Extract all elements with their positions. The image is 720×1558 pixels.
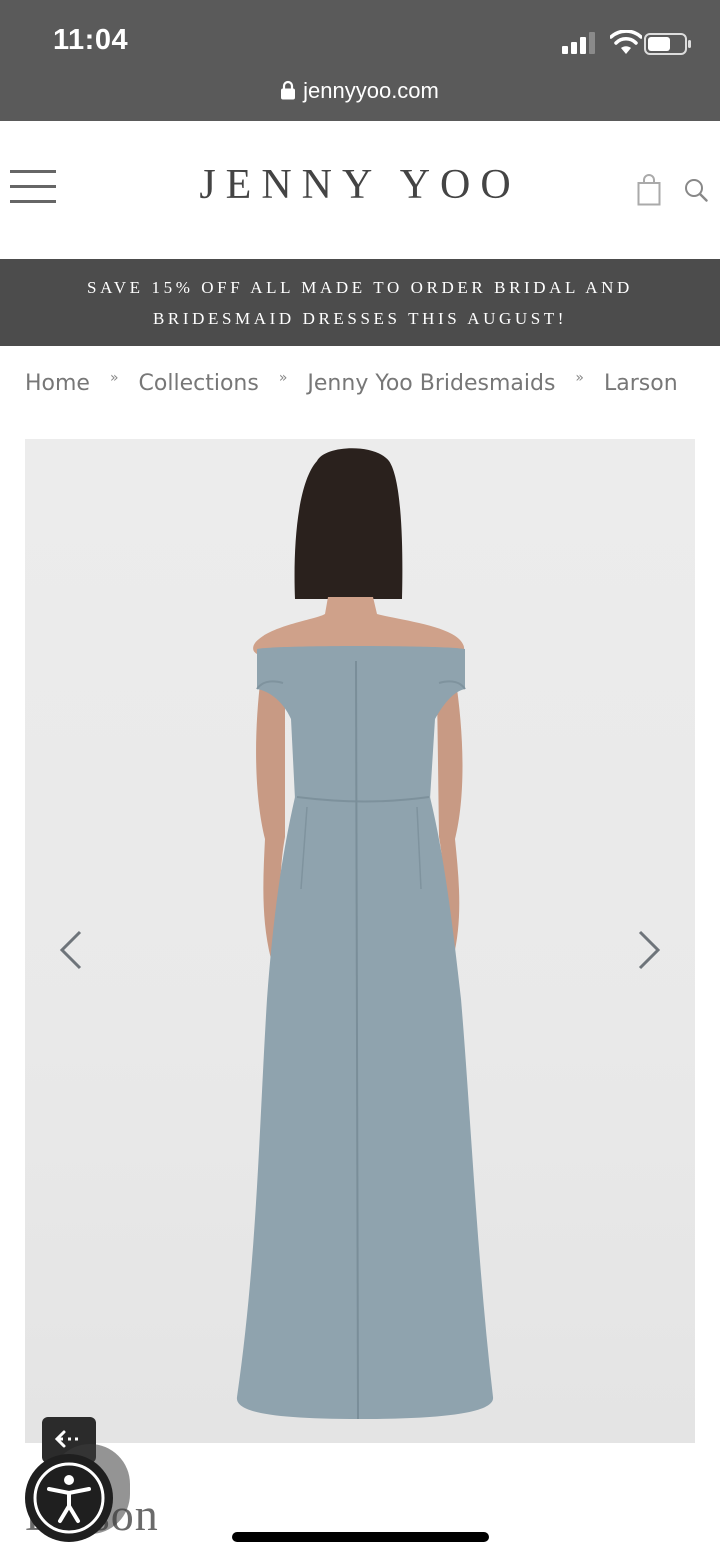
search-icon[interactable] xyxy=(684,178,708,202)
battery-icon xyxy=(644,33,691,55)
signal-icon xyxy=(562,32,595,54)
home-indicator[interactable] xyxy=(232,1532,489,1542)
product-image[interactable] xyxy=(25,439,695,1443)
lock-icon xyxy=(281,80,296,100)
address-bar[interactable]: jennyyoo.com xyxy=(0,78,720,104)
breadcrumb-separator: » xyxy=(575,370,584,386)
breadcrumb: Home » Collections » Jenny Yoo Bridesmaids » L… xyxy=(25,370,678,406)
promo-line-1: SAVE 15% OFF ALL MADE TO ORDER BRIDAL AN… xyxy=(87,278,633,297)
promo-line-2: BRIDESMAID DRESSES THIS AUGUST! xyxy=(152,309,568,328)
dress-model-illustration xyxy=(236,448,494,1420)
browser-top-bar: 11:04 jennyyoo.com xyxy=(0,0,720,121)
site-header: JENNY YOO xyxy=(0,121,720,259)
breadcrumb-current: Larson xyxy=(604,371,678,396)
accessibility-button[interactable] xyxy=(25,1454,113,1542)
breadcrumb-separator: » xyxy=(278,370,288,386)
promo-banner[interactable]: SAVE 15% OFF ALL MADE TO ORDER BRIDAL AN… xyxy=(0,259,720,346)
chevron-right-icon[interactable] xyxy=(636,930,662,970)
wifi-icon xyxy=(610,30,642,54)
breadcrumb-jenny-yoo-bridesmaids[interactable]: Jenny Yoo Bridesmaids xyxy=(307,371,555,396)
chevron-left-icon[interactable] xyxy=(58,930,84,970)
url-text: jennyyoo.com xyxy=(303,78,439,103)
breadcrumb-collections[interactable]: Collections xyxy=(139,371,259,396)
status-time: 11:04 xyxy=(53,24,129,56)
brand-logo[interactable]: JENNY YOO xyxy=(0,161,720,209)
breadcrumb-separator: » xyxy=(109,370,119,386)
breadcrumb-home[interactable]: Home xyxy=(25,371,90,396)
accessibility-icon xyxy=(33,1462,105,1534)
shopping-bag-icon[interactable] xyxy=(637,174,661,206)
